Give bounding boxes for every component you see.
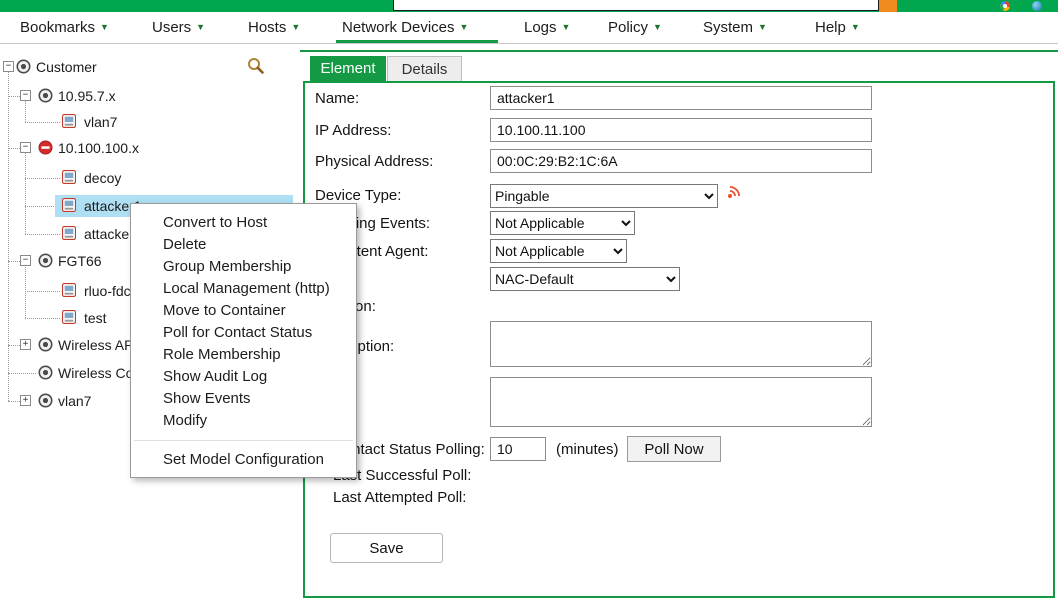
- menu-item-local-management[interactable]: Local Management (http): [131, 278, 356, 300]
- tree-row-10-95-7-x[interactable]: 10.95.7.x: [0, 85, 296, 107]
- menu-item-group-membership[interactable]: Group Membership: [131, 256, 356, 278]
- name-input[interactable]: [490, 86, 872, 110]
- collapse-toggle[interactable]: [20, 90, 31, 101]
- menu-bookmarks[interactable]: Bookmarks: [20, 12, 109, 43]
- menu-help[interactable]: Help: [815, 12, 860, 43]
- chrome-icon: [1000, 1, 1010, 11]
- tree-node-label[interactable]: FGT66: [58, 250, 102, 272]
- role-select[interactable]: NAC-Default: [490, 267, 680, 291]
- context-menu: Convert to Host Delete Group Membership …: [130, 203, 357, 478]
- app-window: Bookmarks Users Hosts Network Devices Lo…: [0, 0, 1058, 609]
- collapse-toggle[interactable]: [20, 255, 31, 266]
- menu-label: Users: [152, 19, 205, 36]
- expand-toggle[interactable]: [20, 339, 31, 350]
- menu-item-role-membership[interactable]: Role Membership: [131, 344, 356, 366]
- tree-node-label[interactable]: Wireless APs: [58, 334, 140, 356]
- tree-node-label[interactable]: Customer: [36, 56, 97, 78]
- incoming-events-select[interactable]: Not Applicable: [490, 211, 635, 235]
- menu-label: Hosts: [248, 19, 300, 36]
- menu-separator: [134, 440, 353, 441]
- tree-node-label[interactable]: 10.95.7.x: [58, 85, 116, 107]
- device-icon: [62, 226, 76, 240]
- ip-address-label: IP Address:: [315, 121, 391, 141]
- container-icon: [16, 59, 31, 74]
- device-icon: [62, 170, 76, 184]
- address-box: [393, 0, 879, 11]
- menu-item-convert-to-host[interactable]: Convert to Host: [131, 212, 356, 234]
- last-attempted-poll-label: Last Attempted Poll:: [333, 488, 466, 508]
- device-icon: [62, 310, 76, 324]
- tree-row-vlan7[interactable]: vlan7: [0, 111, 296, 133]
- menu-item-show-events[interactable]: Show Events: [131, 388, 356, 410]
- tab-element[interactable]: Element: [310, 56, 386, 81]
- container-icon: [38, 393, 53, 408]
- search-icon[interactable]: [247, 57, 265, 75]
- menu-item-delete[interactable]: Delete: [131, 234, 356, 256]
- wireless-signal-icon: [726, 182, 742, 199]
- container-icon: [38, 253, 53, 268]
- name-label: Name:: [315, 89, 359, 109]
- menu-label: System: [703, 19, 767, 36]
- menu-item-set-model-configuration[interactable]: Set Model Configuration: [131, 449, 356, 471]
- tree-node-label[interactable]: decoy: [84, 167, 121, 189]
- tree-node-label[interactable]: test: [84, 307, 107, 329]
- physical-address-label: Physical Address:: [315, 152, 433, 172]
- device-icon: [62, 283, 76, 297]
- device-type-select[interactable]: Pingable: [490, 184, 718, 208]
- tree-row-decoy[interactable]: decoy: [0, 167, 296, 189]
- menu-label: Policy: [608, 19, 662, 36]
- panel-top-border: [300, 50, 1058, 52]
- active-menu-underline: [336, 40, 498, 43]
- tree-node-label[interactable]: 10.100.100.x: [58, 137, 139, 159]
- notes-textarea[interactable]: [490, 377, 872, 427]
- menu-item-poll-for-contact-status[interactable]: Poll for Contact Status: [131, 322, 356, 344]
- description-textarea[interactable]: [490, 321, 872, 367]
- menu-label: Help: [815, 19, 860, 36]
- device-icon: [62, 114, 76, 128]
- menu-label: Logs: [524, 19, 570, 36]
- menu-system[interactable]: System: [703, 12, 767, 43]
- collapse-toggle[interactable]: [20, 142, 31, 153]
- poll-now-button[interactable]: Poll Now: [627, 436, 721, 462]
- minutes-unit-label: (minutes): [556, 440, 619, 460]
- device-icon: [62, 198, 76, 212]
- tree-row-10-100-100-x[interactable]: 10.100.100.x: [0, 137, 296, 159]
- menu-item-modify[interactable]: Modify: [131, 410, 356, 432]
- menu-label: Bookmarks: [20, 19, 109, 36]
- connector: [25, 152, 26, 234]
- expand-toggle[interactable]: [20, 395, 31, 406]
- menu-network-devices[interactable]: Network Devices: [342, 12, 468, 43]
- tree-node-label[interactable]: vlan7: [58, 390, 91, 412]
- orange-tile: [879, 0, 897, 12]
- container-down-icon: [38, 140, 53, 155]
- save-button[interactable]: Save: [330, 533, 443, 563]
- menu-item-show-audit-log[interactable]: Show Audit Log: [131, 366, 356, 388]
- menu-hosts[interactable]: Hosts: [248, 12, 300, 43]
- container-icon: [38, 337, 53, 352]
- menu-item-move-to-container[interactable]: Move to Container: [131, 300, 356, 322]
- app-globe-icon: [1032, 1, 1042, 11]
- container-icon: [38, 365, 53, 380]
- menu-logs[interactable]: Logs: [524, 12, 570, 43]
- ip-address-input[interactable]: [490, 118, 872, 142]
- tab-details[interactable]: Details: [387, 56, 462, 81]
- menu-policy[interactable]: Policy: [608, 12, 662, 43]
- physical-address-input[interactable]: [490, 149, 872, 173]
- collapse-toggle[interactable]: [3, 61, 14, 72]
- tree-node-label[interactable]: vlan7: [84, 111, 117, 133]
- polling-interval-input[interactable]: [490, 437, 546, 461]
- menu-label: Network Devices: [342, 19, 468, 36]
- menu-users[interactable]: Users: [152, 12, 205, 43]
- container-icon: [38, 88, 53, 103]
- persistent-agent-select[interactable]: Not Applicable: [490, 239, 627, 263]
